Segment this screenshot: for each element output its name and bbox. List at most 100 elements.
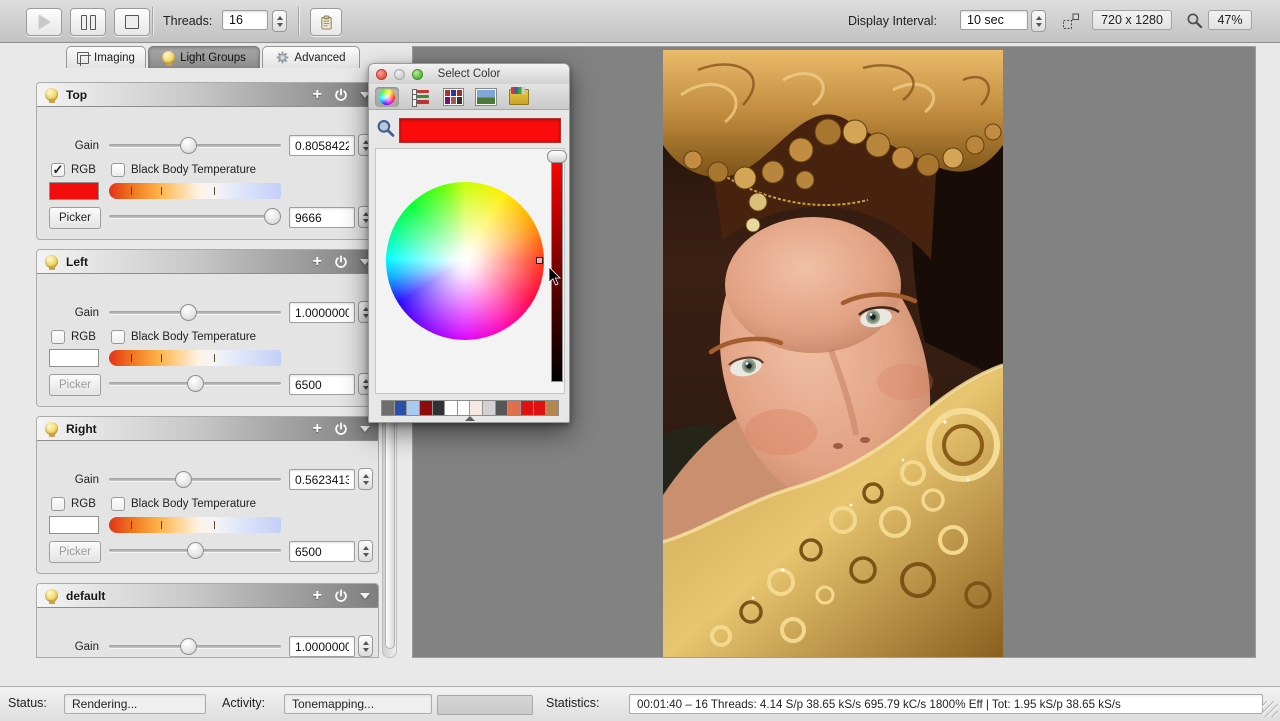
mode-sliders[interactable] [408, 87, 432, 107]
mode-color-wheel[interactable] [375, 87, 399, 107]
power-icon[interactable] [334, 422, 348, 436]
rgb-checkbox[interactable] [51, 163, 65, 177]
gain-value[interactable] [289, 135, 355, 156]
color-swatch[interactable] [508, 401, 521, 415]
gain-slider[interactable] [109, 136, 281, 154]
zoom-level-display[interactable]: 47% [1208, 10, 1252, 30]
add-icon[interactable] [313, 422, 322, 436]
display-interval-input[interactable] [960, 10, 1028, 30]
rgb-checkbox[interactable] [51, 330, 65, 344]
display-interval-stepper[interactable] [1031, 10, 1046, 32]
copy-to-clipboard-button[interactable] [310, 8, 342, 36]
color-swatch[interactable] [395, 401, 408, 415]
power-icon[interactable] [334, 255, 348, 269]
swatch-drawer-handle[interactable] [465, 416, 475, 421]
picker-button[interactable]: Picker [49, 207, 101, 229]
zoom-window-icon[interactable] [412, 69, 423, 80]
color-swatch[interactable] [433, 401, 446, 415]
group-color-swatch[interactable] [49, 349, 99, 367]
tab-light-groups[interactable]: Light Groups [148, 46, 260, 68]
group-color-swatch[interactable] [49, 182, 99, 200]
mode-crayons[interactable] [507, 87, 531, 107]
color-swatch[interactable] [534, 401, 547, 415]
brightness-slider-handle[interactable] [547, 150, 567, 163]
temperature-stepper[interactable] [358, 540, 373, 562]
bbt-checkbox[interactable] [111, 163, 125, 177]
bbt-checkbox[interactable] [111, 330, 125, 344]
render-stop-button[interactable] [114, 8, 150, 36]
temperature-slider[interactable] [109, 541, 281, 559]
play-icon [39, 15, 50, 29]
minimize-icon[interactable] [394, 69, 405, 80]
temperature-value[interactable] [289, 207, 355, 228]
resolution-display[interactable]: 720 x 1280 [1092, 10, 1172, 30]
light-group-header[interactable]: Left [37, 250, 378, 274]
picker-button[interactable]: Picker [49, 541, 101, 563]
color-selection-marker[interactable] [536, 257, 543, 264]
gain-value[interactable] [289, 636, 355, 657]
power-icon[interactable] [334, 88, 348, 102]
light-group-header[interactable]: Right [37, 417, 378, 441]
image-palette-icon [476, 89, 496, 105]
close-icon[interactable] [376, 69, 387, 80]
picker-button[interactable]: Picker [49, 374, 101, 396]
bbt-label: Black Body Temperature [131, 331, 256, 343]
tab-imaging[interactable]: Imaging [66, 46, 146, 68]
resize-grip[interactable] [1262, 701, 1278, 717]
power-icon[interactable] [334, 589, 348, 603]
color-swatch[interactable] [445, 401, 458, 415]
main-toolbar: Threads: Display Interval: 720 x 1280 47… [0, 0, 1280, 43]
temperature-value[interactable] [289, 374, 355, 395]
bbt-checkbox[interactable] [111, 497, 125, 511]
temperature-value[interactable] [289, 541, 355, 562]
mode-palettes[interactable] [441, 87, 465, 107]
gain-label: Gain [47, 140, 99, 152]
activity-value: Tonemapping... [284, 694, 432, 714]
toolbar-separator [298, 7, 299, 35]
color-wheel[interactable] [386, 182, 544, 340]
render-play-button[interactable] [26, 8, 62, 36]
gain-value[interactable] [289, 469, 355, 490]
color-swatch[interactable] [546, 401, 558, 415]
gain-stepper[interactable] [358, 635, 373, 657]
color-swatch[interactable] [458, 401, 471, 415]
add-icon[interactable] [313, 255, 322, 269]
color-swatch[interactable] [420, 401, 433, 415]
render-pause-button[interactable] [70, 8, 106, 36]
threads-input[interactable] [222, 10, 268, 30]
gain-stepper[interactable] [358, 468, 373, 490]
resize-dimensions-icon[interactable] [1062, 12, 1080, 35]
color-swatch[interactable] [521, 401, 534, 415]
threads-stepper[interactable] [272, 10, 287, 32]
color-picker-loupe-icon[interactable] [376, 119, 395, 143]
dialog-titlebar[interactable]: Select Color [369, 64, 569, 85]
group-color-swatch[interactable] [49, 516, 99, 534]
imaging-icon [77, 52, 89, 64]
chevron-down-icon[interactable] [360, 593, 370, 599]
color-swatch[interactable] [483, 401, 496, 415]
tab-advanced[interactable]: Advanced [262, 46, 360, 68]
light-group-top: Top Gain RGB Black Body Temperature Pick… [36, 82, 379, 240]
gain-label: Gain [47, 474, 99, 486]
light-group-header[interactable]: Top [37, 83, 378, 107]
color-swatch[interactable] [470, 401, 483, 415]
temperature-slider[interactable] [109, 374, 281, 392]
chevron-down-icon[interactable] [360, 426, 370, 432]
gain-label: Gain [47, 307, 99, 319]
color-swatch[interactable] [407, 401, 420, 415]
gain-slider[interactable] [109, 470, 281, 488]
color-swatch[interactable] [382, 401, 395, 415]
add-icon[interactable] [313, 88, 322, 102]
color-swatch[interactable] [496, 401, 509, 415]
crayons-icon [509, 89, 529, 105]
light-group-header[interactable]: default [37, 584, 378, 608]
add-icon[interactable] [313, 589, 322, 603]
mode-image[interactable] [474, 87, 498, 107]
temperature-slider[interactable] [109, 207, 281, 225]
rgb-checkbox[interactable] [51, 497, 65, 511]
gain-slider[interactable] [109, 303, 281, 321]
rgb-label: RGB [71, 498, 96, 510]
zoom-magnifier-icon[interactable] [1186, 12, 1203, 34]
gain-slider[interactable] [109, 637, 281, 655]
gain-value[interactable] [289, 302, 355, 323]
